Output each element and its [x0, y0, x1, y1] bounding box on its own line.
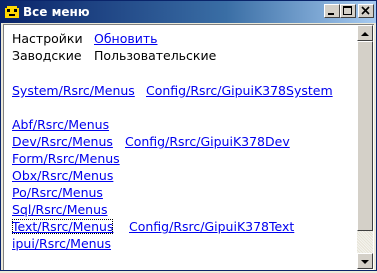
arrow-up-icon [361, 32, 369, 36]
arrow-down-icon [361, 260, 369, 264]
form-row: Form/Rsrc/Menus [12, 151, 120, 167]
dev-menus-link[interactable]: Dev/Rsrc/Menus [12, 134, 113, 149]
scroll-down-button[interactable] [357, 253, 373, 269]
menus-list: Настройки Обновить Заводские Пользовател… [4, 25, 356, 269]
window-title: Все меню [23, 5, 90, 19]
settings-row: Настройки Обновить [12, 31, 158, 47]
ipui-menus-link[interactable]: ipui/Rsrc/Menus [12, 236, 111, 251]
config-dev-link[interactable]: Config/Rsrc/GipuiK378Dev [125, 134, 290, 150]
config-system-link[interactable]: Config/Rsrc/GipuiK378System [146, 83, 333, 99]
vertical-scrollbar[interactable] [357, 25, 373, 269]
config-text-link[interactable]: Config/Rsrc/GipuiK378Text [129, 219, 294, 235]
all-menus-window: Все меню Настройки Обновить Заводские По… [0, 0, 377, 271]
minimize-button[interactable] [324, 4, 340, 18]
system-row: System/Rsrc/Menus Config/Rsrc/GipuiK378S… [12, 83, 333, 99]
pacman-icon[interactable] [4, 4, 20, 20]
abf-menus-link[interactable]: Abf/Rsrc/Menus [12, 117, 109, 132]
minimize-icon [328, 13, 334, 15]
scroll-thumb[interactable] [357, 41, 373, 231]
settings-label: Настройки [12, 31, 83, 46]
po-row: Po/Rsrc/Menus [12, 185, 103, 201]
factory-label: Заводские [12, 48, 82, 63]
maximize-icon [343, 6, 352, 15]
po-menus-link[interactable]: Po/Rsrc/Menus [12, 185, 103, 200]
abf-row: Abf/Rsrc/Menus [12, 117, 109, 133]
dev-row: Dev/Rsrc/Menus Config/Rsrc/GipuiK378Dev [12, 134, 290, 150]
text-row: Text/Rsrc/Menus Config/Rsrc/GipuiK378Tex… [12, 219, 294, 235]
obx-row: Obx/Rsrc/Menus [12, 168, 113, 184]
obx-menus-link[interactable]: Obx/Rsrc/Menus [12, 168, 113, 183]
close-icon [361, 6, 370, 15]
source-row: Заводские Пользовательские [12, 48, 216, 64]
scroll-up-button[interactable] [357, 25, 373, 41]
user-label: Пользовательские [94, 48, 217, 63]
text-menus-link[interactable]: Text/Rsrc/Menus [12, 219, 114, 234]
title-bar[interactable]: Все меню [1, 1, 376, 23]
sql-menus-link[interactable]: Sql/Rsrc/Menus [12, 202, 108, 217]
content-pane: Настройки Обновить Заводские Пользовател… [3, 24, 374, 270]
sql-row: Sql/Rsrc/Menus [12, 202, 108, 218]
form-menus-link[interactable]: Form/Rsrc/Menus [12, 151, 120, 166]
maximize-button[interactable] [340, 4, 356, 18]
close-button[interactable] [358, 4, 374, 18]
system-menus-link[interactable]: System/Rsrc/Menus [12, 83, 135, 98]
refresh-link[interactable]: Обновить [94, 31, 158, 47]
ipui-row: ipui/Rsrc/Menus [12, 236, 111, 252]
